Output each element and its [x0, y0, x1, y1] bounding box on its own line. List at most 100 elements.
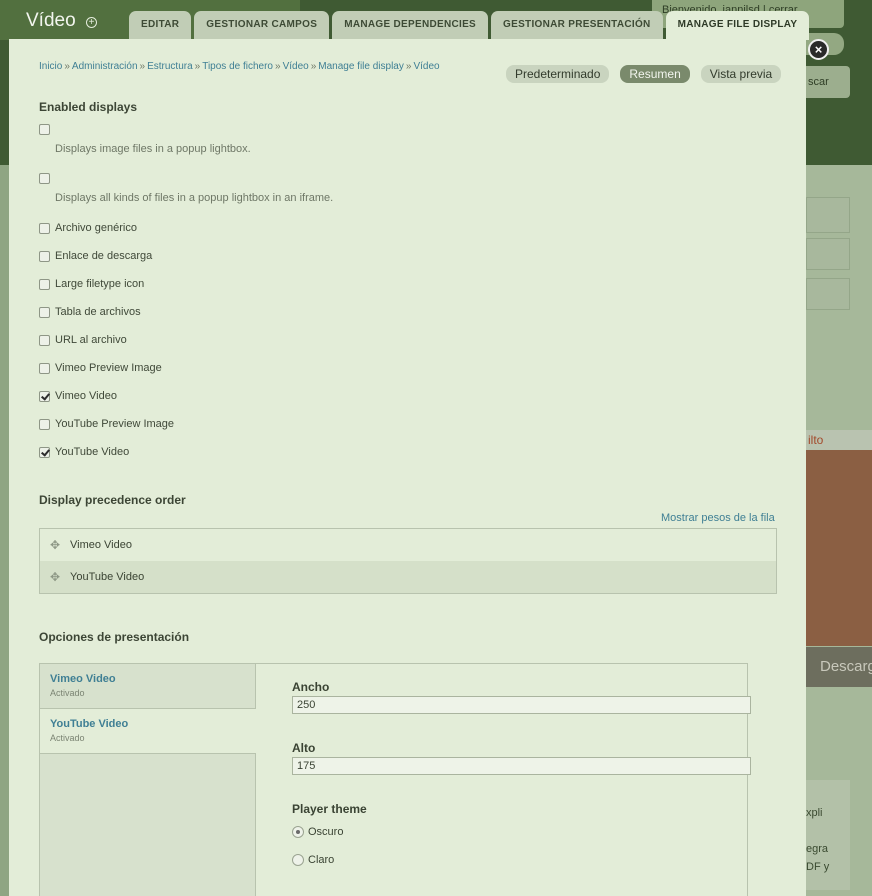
display-checkbox-row[interactable]: Tabla de archivos	[39, 305, 141, 319]
player-theme-label: Player theme	[292, 802, 367, 816]
tab-gestionar-presentacion[interactable]: GESTIONAR PRESENTACIÓN	[491, 11, 663, 39]
background-block	[806, 450, 872, 646]
background-box	[806, 197, 850, 233]
tab-bar: EDITAR GESTIONAR CAMPOS MANAGE DEPENDENC…	[129, 11, 810, 40]
display-checkbox-row[interactable]: URL al archivo	[39, 333, 127, 347]
breadcrumb-link[interactable]: Inicio	[39, 61, 62, 72]
display-checkbox-row[interactable]: Large filetype icon	[39, 277, 144, 291]
display-checkbox-label[interactable]: Tabla de archivos	[55, 306, 141, 318]
enabled-displays-title: Enabled displays	[39, 100, 138, 114]
breadcrumb-separator: »	[275, 61, 281, 72]
background-box	[806, 238, 850, 270]
height-input[interactable]	[292, 757, 751, 775]
background-text-line: egra	[806, 843, 829, 855]
table-row-label: YouTube Video	[70, 571, 145, 583]
show-row-weights-link[interactable]: Mostrar pesos de la fila	[661, 512, 775, 524]
background-box	[806, 278, 850, 310]
vertical-tab-vimeo-video[interactable]: Vimeo Video Activado	[40, 664, 255, 709]
display-checkbox[interactable]	[39, 222, 50, 234]
display-checkbox-row	[39, 122, 50, 136]
tab-manage-file-display[interactable]: MANAGE FILE DISPLAY	[665, 11, 810, 40]
background-search-button: scar	[806, 66, 850, 98]
display-checkbox[interactable]	[39, 418, 50, 430]
tab-manage-dependencies[interactable]: MANAGE DEPENDENCIES	[332, 11, 489, 39]
width-input[interactable]	[292, 696, 751, 714]
close-overlay-icon[interactable]: ×	[808, 39, 829, 60]
vertical-tab-title[interactable]: Vimeo Video	[50, 673, 255, 685]
display-checkbox[interactable]	[39, 334, 50, 346]
display-options-title: Opciones de presentación	[39, 630, 190, 644]
display-checkbox-label[interactable]: YouTube Preview Image	[55, 418, 174, 430]
background-block-header: ilto	[806, 430, 872, 450]
display-checkbox[interactable]	[39, 362, 50, 374]
breadcrumb-link[interactable]: Estructura	[147, 61, 193, 72]
breadcrumb-link[interactable]: Vídeo	[413, 61, 439, 72]
display-checkbox-row[interactable]: Vimeo Video	[39, 389, 117, 403]
background-download-button: Descarg	[806, 647, 872, 687]
radio-checked[interactable]	[292, 826, 304, 838]
vertical-tab-summary: Activado	[50, 733, 85, 743]
add-shortcut-icon[interactable]: +	[86, 17, 97, 28]
view-mode-predeterminado[interactable]: Predeterminado	[506, 65, 610, 83]
display-checkbox-label[interactable]: Vimeo Preview Image	[55, 362, 162, 374]
display-checkbox-label[interactable]: URL al archivo	[55, 334, 127, 346]
display-checkbox-label[interactable]: Enlace de descarga	[55, 250, 152, 262]
breadcrumb-link[interactable]: Administración	[72, 61, 138, 72]
display-checkbox-checked[interactable]	[39, 446, 50, 458]
tab-gestionar-campos[interactable]: GESTIONAR CAMPOS	[194, 11, 330, 39]
vertical-tab-list: Vimeo Video Activado YouTube Video Activ…	[40, 664, 256, 896]
display-checkbox-row	[39, 171, 50, 185]
display-checkbox-row[interactable]: YouTube Preview Image	[39, 417, 174, 431]
display-checkbox-row[interactable]: YouTube Video	[39, 445, 129, 459]
display-checkbox[interactable]	[39, 172, 50, 184]
breadcrumb: Inicio» Administración» Estructura» Tipos d…	[39, 61, 440, 72]
radio-label[interactable]: Oscuro	[308, 826, 343, 838]
display-description: Displays all kinds of files in a popup l…	[55, 192, 334, 204]
vertical-tab-youtube-video[interactable]: YouTube Video Activado	[40, 709, 256, 754]
display-checkbox-row[interactable]: Vimeo Preview Image	[39, 361, 162, 375]
breadcrumb-link[interactable]: Vídeo	[283, 61, 309, 72]
display-checkbox[interactable]	[39, 278, 50, 290]
display-checkbox-label[interactable]: Vimeo Video	[55, 390, 117, 402]
drag-handle-icon[interactable]: ✥	[40, 570, 70, 584]
display-checkbox[interactable]	[39, 123, 50, 135]
radio[interactable]	[292, 854, 304, 866]
table-row: ✥ YouTube Video	[40, 561, 776, 593]
display-checkbox[interactable]	[39, 306, 50, 318]
vertical-tab-summary: Activado	[50, 688, 85, 698]
display-checkbox-row[interactable]: Enlace de descarga	[39, 249, 152, 263]
view-mode-tabs: Predeterminado Resumen Vista previa	[506, 65, 782, 83]
view-mode-resumen[interactable]: Resumen	[620, 65, 690, 83]
breadcrumb-separator: »	[64, 61, 70, 72]
display-description: Displays image files in a popup lightbox…	[55, 143, 251, 155]
page-title: Vídeo	[26, 10, 76, 31]
theme-option-claro[interactable]: Claro	[292, 854, 334, 866]
background-text-line: DF y	[806, 861, 830, 873]
theme-option-oscuro[interactable]: Oscuro	[292, 826, 343, 838]
view-mode-vista-previa[interactable]: Vista previa	[700, 65, 782, 83]
radio-label[interactable]: Claro	[308, 854, 334, 866]
breadcrumb-separator: »	[310, 61, 317, 72]
breadcrumb-link[interactable]: Tipos de fichero	[202, 61, 273, 72]
display-checkbox-label[interactable]: YouTube Video	[55, 446, 129, 458]
table-row-label: Vimeo Video	[70, 539, 132, 551]
breadcrumb-link[interactable]: Manage file display	[318, 61, 404, 72]
width-label: Ancho	[292, 680, 330, 694]
display-checkbox-label[interactable]: Archivo genérico	[55, 222, 137, 234]
breadcrumb-separator: »	[194, 61, 201, 72]
precedence-table: ✥ Vimeo Video ✥ YouTube Video	[39, 528, 777, 594]
vertical-tab-title[interactable]: YouTube Video	[50, 718, 256, 730]
display-checkbox[interactable]	[39, 250, 50, 262]
tab-editar[interactable]: EDITAR	[129, 11, 192, 39]
breadcrumb-separator: »	[405, 61, 412, 72]
display-checkbox-row[interactable]: Archivo genérico	[39, 221, 137, 235]
drag-handle-icon[interactable]: ✥	[40, 538, 70, 552]
background-text-block: xpli egra DF y	[806, 780, 850, 890]
display-checkbox-label[interactable]: Large filetype icon	[55, 278, 144, 290]
overlay-dialog: Inicio» Administración» Estructura» Tipos d…	[9, 39, 806, 896]
background-text-line: xpli	[806, 807, 823, 819]
display-checkbox-checked[interactable]	[39, 390, 50, 402]
height-label: Alto	[292, 741, 316, 755]
breadcrumb-separator: »	[139, 61, 146, 72]
vertical-tabs: Vimeo Video Activado YouTube Video Activ…	[39, 663, 751, 896]
